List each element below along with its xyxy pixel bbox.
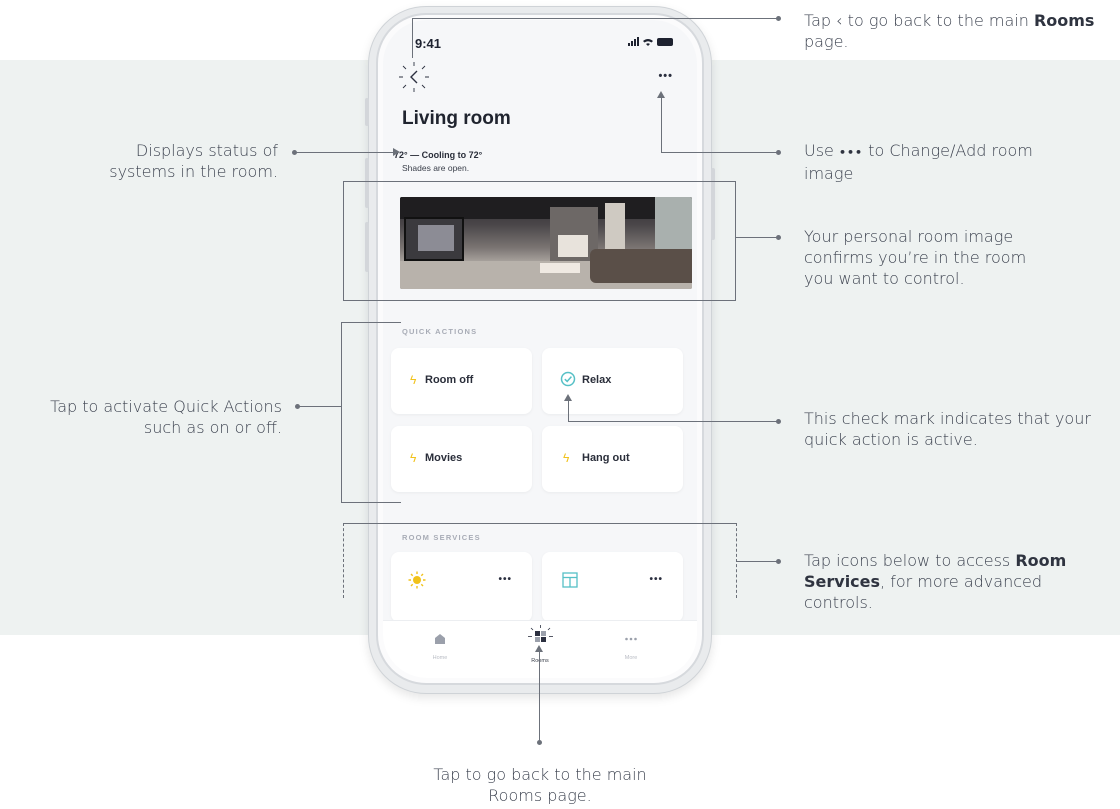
more-options-button[interactable]: •••	[658, 70, 673, 82]
annotation-status: Displays status of systems in the room.	[109, 141, 278, 181]
more-icon	[625, 637, 637, 641]
annotation-services: Tap icons below to access Room Services,…	[804, 551, 1067, 612]
connector-quick	[297, 406, 341, 407]
tab-label: Home	[432, 655, 448, 661]
phone-side-button	[365, 98, 369, 126]
arrow-up-icon	[657, 91, 665, 98]
connector-services	[343, 523, 736, 524]
connector-services	[343, 523, 344, 598]
connector-dot	[776, 235, 781, 240]
room-image-callout-frame	[343, 181, 736, 301]
status-time: 9:41	[415, 36, 442, 51]
quick-action-movies[interactable]: ϟ Movies	[391, 426, 532, 492]
annotation-rooms-tab: Tap to go back to the main Rooms page.	[433, 765, 647, 805]
connector-back	[412, 18, 778, 19]
bolt-icon: ϟ	[563, 451, 570, 465]
annotation-check: This check mark indicates that your quic…	[804, 409, 1091, 449]
connector-quick	[341, 502, 401, 503]
connector-dot	[776, 150, 781, 155]
shades-icon	[562, 572, 578, 588]
connector-dot	[537, 740, 542, 745]
annotation-more: Use ••• to Change/Add room image	[804, 141, 1033, 183]
quick-action-room-off[interactable]: ϟ Room off	[391, 348, 532, 414]
connector-check	[568, 421, 778, 422]
room-services-heading: ROOM SERVICES	[402, 533, 481, 542]
check-circle-icon	[560, 371, 576, 387]
page-title: Living room	[402, 108, 511, 129]
connector-quick	[341, 322, 342, 502]
battery-icon	[657, 37, 673, 46]
bolt-icon: ϟ	[410, 373, 417, 387]
quick-action-label: Room off	[425, 374, 474, 386]
arrow-right-icon	[393, 148, 400, 156]
more-dots-icon: •••	[838, 146, 864, 159]
connector-dot	[776, 419, 781, 424]
room-service-lighting[interactable]: •••	[391, 552, 532, 622]
connector-more	[661, 152, 778, 153]
connector-rooms-tab	[539, 650, 540, 742]
tab-more[interactable]: More	[601, 631, 661, 661]
status-icons	[628, 37, 673, 46]
room-service-shades[interactable]: •••	[542, 552, 683, 622]
connector-services	[736, 561, 778, 562]
connector-status	[294, 152, 394, 153]
annotation-back: Tap ‹ to go back to the main Rooms page.	[804, 11, 1095, 51]
arrow-up-icon	[535, 645, 543, 652]
connector-dot	[776, 16, 781, 21]
room-service-more-button[interactable]: •••	[649, 574, 663, 585]
phone-screen: 9:41 ••• Living room 72° — Cooling to 72…	[383, 20, 697, 678]
quick-action-label: Relax	[582, 374, 612, 386]
quick-action-relax[interactable]: Relax	[542, 348, 683, 414]
connector-check	[568, 400, 569, 422]
tab-label: More	[624, 655, 638, 661]
sun-icon	[408, 571, 426, 589]
connector-image	[736, 237, 778, 238]
quick-actions-heading: QUICK ACTIONS	[402, 327, 478, 336]
home-icon	[435, 634, 445, 644]
tab-label: Rooms	[510, 658, 570, 664]
tab-home[interactable]: Home	[410, 631, 470, 661]
back-chevron-icon[interactable]	[397, 60, 431, 94]
annotation-quick-actions: Tap to activate Quick Actions such as on…	[50, 397, 282, 437]
rooms-grid-icon	[528, 625, 553, 642]
annotation-image: Your personal room image confirms you’re…	[804, 227, 1027, 288]
connector-more	[661, 96, 662, 153]
quick-action-label: Movies	[425, 452, 463, 464]
room-status-subtext: Shades are open.	[402, 163, 470, 173]
signal-icon	[628, 37, 639, 46]
room-status-text: 72° — Cooling to 72°	[394, 150, 483, 160]
quick-action-label: Hang out	[582, 452, 630, 464]
bolt-icon: ϟ	[410, 451, 417, 465]
quick-action-hang-out[interactable]: ϟ Hang out	[542, 426, 683, 492]
room-service-more-button[interactable]: •••	[498, 574, 512, 585]
connector-back	[412, 18, 413, 58]
connector-dot	[776, 559, 781, 564]
wifi-icon	[643, 38, 653, 46]
connector-quick	[341, 322, 401, 323]
